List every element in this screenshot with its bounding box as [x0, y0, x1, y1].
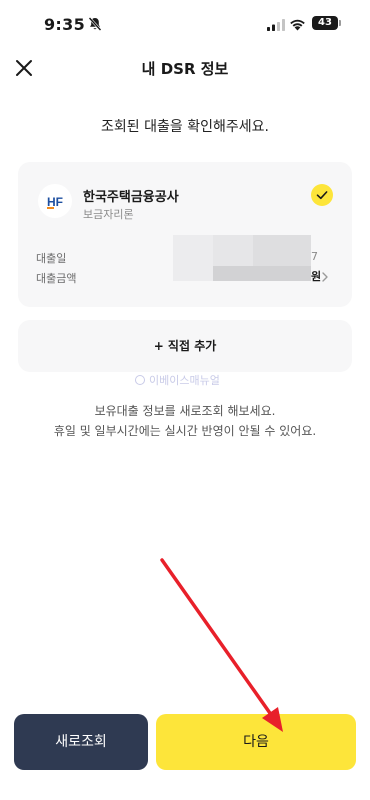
- watermark-text: 이베이스매뉴얼: [149, 374, 220, 387]
- refresh-note: 보유대출 정보를 새로조회 해보세요.: [94, 404, 276, 418]
- watermark-icon: [135, 375, 145, 385]
- instruction-text: 조회된 대출을 확인해주세요.: [101, 119, 269, 135]
- loan-date-label: 대출일: [36, 252, 67, 265]
- header: 내 DSR 정보: [0, 48, 370, 88]
- add-direct-button[interactable]: + 직접 추가: [18, 320, 352, 372]
- status-bar: 9:35 43: [0, 0, 370, 48]
- lender-logo: HF: [38, 184, 72, 218]
- refresh-button[interactable]: 새로조회: [14, 714, 148, 770]
- battery-cap: [339, 20, 341, 26]
- mute-bell-icon: [88, 17, 102, 31]
- redacted-block: [213, 266, 311, 281]
- realtime-note: 휴일 및 일부시간에는 실시간 반영이 안될 수 있어요.: [53, 424, 317, 438]
- loan-product: 보금자리론: [83, 208, 134, 221]
- lender-name: 한국주택금융공사: [83, 190, 179, 205]
- redacted-block: [173, 235, 213, 281]
- signal-icon: [267, 19, 285, 31]
- chevron-right-icon[interactable]: [320, 270, 330, 284]
- svg-text:HF: HF: [47, 195, 63, 209]
- page-title: 내 DSR 정보: [141, 60, 229, 78]
- loan-amount-label: 대출금액: [36, 272, 77, 285]
- loan-card[interactable]: HF 한국주택금융공사 보금자리론 대출일 대출금액 7 원: [18, 162, 352, 307]
- watermark: 이베이스매뉴얼: [135, 372, 220, 388]
- next-button[interactable]: 다음: [156, 714, 356, 770]
- battery-icon: 43: [312, 16, 338, 30]
- selected-check-icon[interactable]: [311, 184, 333, 206]
- hf-logo-icon: HF: [47, 195, 63, 209]
- loan-date-value: 7: [311, 250, 318, 263]
- status-time: 9:35: [44, 15, 85, 34]
- wifi-icon: [290, 19, 305, 31]
